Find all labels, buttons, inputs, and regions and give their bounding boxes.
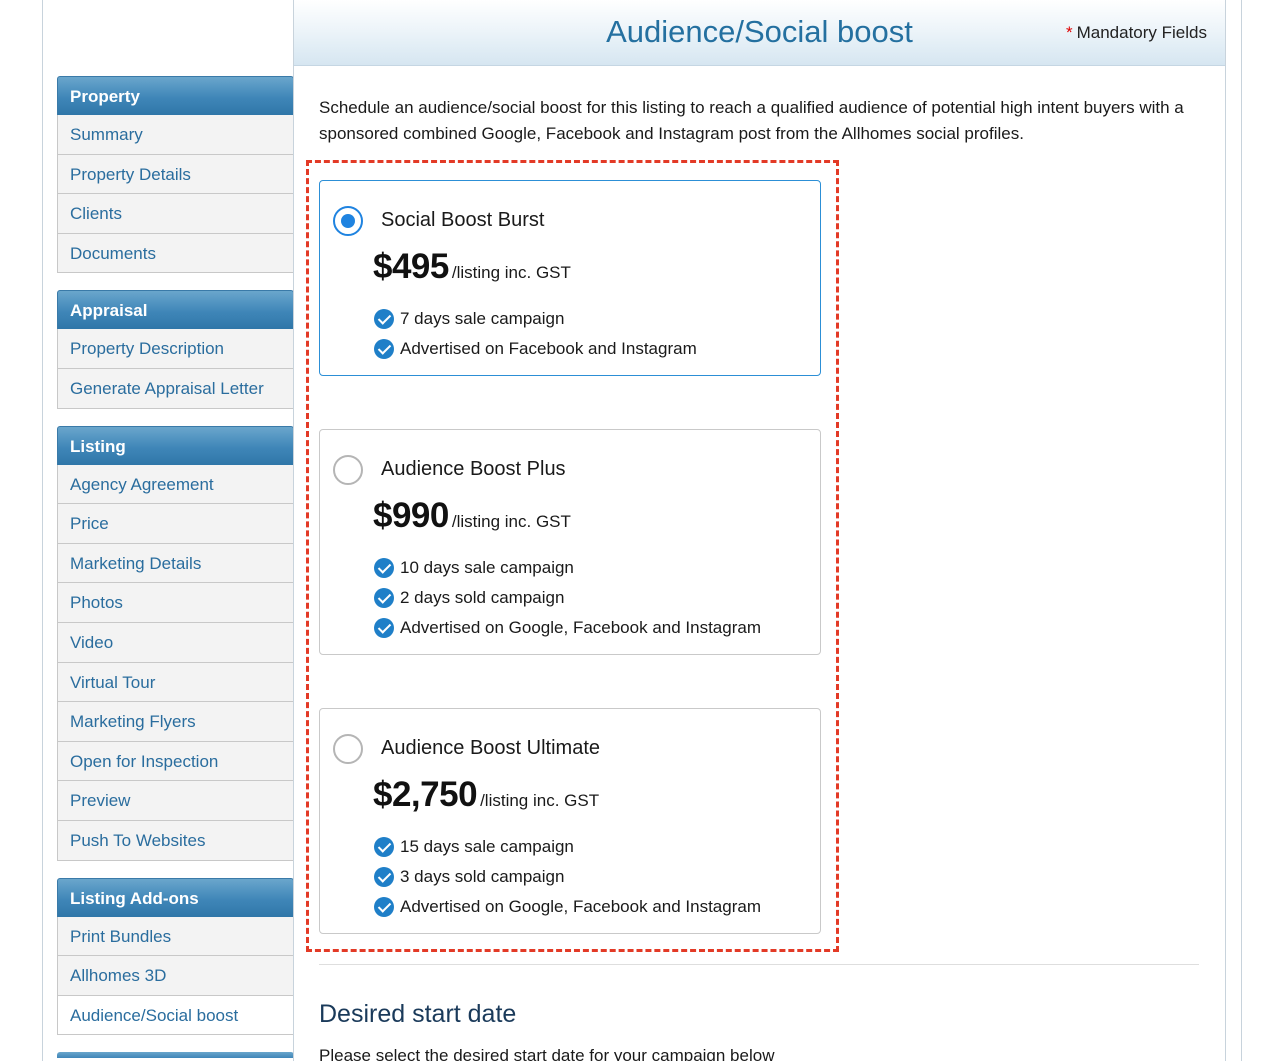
plan-price: $990 xyxy=(373,496,449,535)
check-circle-icon xyxy=(374,588,394,608)
sidebar-header-listing-addons: Listing Add-ons xyxy=(57,877,294,917)
sidebar-header-listing: Listing xyxy=(57,425,294,465)
check-circle-icon xyxy=(374,558,394,578)
main-panel: Audience/Social boost * Mandatory Fields … xyxy=(293,0,1226,1061)
plan-price-row: $495/listing inc. GST xyxy=(373,247,571,287)
plan-feature: 7 days sale campaign xyxy=(374,309,564,331)
sidebar-item-allhomes-3d[interactable]: Allhomes 3D xyxy=(57,956,294,996)
sidebar-item-summary[interactable]: Summary xyxy=(57,115,294,155)
required-star: * xyxy=(1065,23,1073,42)
plan-card-audience-boost-ultimate[interactable]: Audience Boost Ultimate $2,750/listing i… xyxy=(319,708,821,934)
page-header: Audience/Social boost * Mandatory Fields xyxy=(294,0,1225,66)
feature-text: Advertised on Facebook and Instagram xyxy=(400,339,697,358)
sidebar-item-photos[interactable]: Photos xyxy=(57,583,294,623)
plan-name: Audience Boost Ultimate xyxy=(381,737,601,759)
sidebar-item-documents[interactable]: Documents xyxy=(57,233,294,274)
plan-card-audience-boost-plus[interactable]: Audience Boost Plus $990/listing inc. GS… xyxy=(319,429,821,655)
sidebar-item-property-details[interactable]: Property Details xyxy=(57,154,294,195)
plan-price-unit: /listing inc. GST xyxy=(451,263,571,282)
plan-radio-social-boost-burst[interactable] xyxy=(333,206,363,236)
feature-text: 2 days sold campaign xyxy=(400,588,565,607)
plan-feature: Advertised on Facebook and Instagram xyxy=(374,339,697,361)
plan-feature: 2 days sold campaign xyxy=(374,588,564,610)
sidebar-item-audience-social-boost[interactable]: Audience/Social boost xyxy=(57,995,294,1036)
sidebar-item-virtual-tour[interactable]: Virtual Tour xyxy=(57,662,294,703)
sidebar-item-marketing-flyers[interactable]: Marketing Flyers xyxy=(57,702,294,742)
sidebar-next-group-header xyxy=(57,1052,294,1059)
check-circle-icon xyxy=(374,309,394,329)
plan-price-unit: /listing inc. GST xyxy=(451,512,571,531)
start-date-instructions: Please select the desired start date for… xyxy=(319,1046,775,1061)
plan-price-unit: /listing inc. GST xyxy=(480,791,600,810)
sidebar-item-video[interactable]: Video xyxy=(57,622,294,663)
sidebar-item-price[interactable]: Price xyxy=(57,504,294,544)
sidebar-header-property: Property xyxy=(57,76,294,115)
sidebar-item-clients[interactable]: Clients xyxy=(57,194,294,234)
sidebar-group-property: Property Summary Property Details Client… xyxy=(57,76,294,274)
sidebar-item-preview[interactable]: Preview xyxy=(57,781,294,821)
section-divider xyxy=(319,964,1199,965)
sidebar-item-open-for-inspection[interactable]: Open for Inspection xyxy=(57,741,294,782)
sidebar-item-agency-agreement[interactable]: Agency Agreement xyxy=(57,464,294,505)
sidebar-item-print-bundles[interactable]: Print Bundles xyxy=(57,916,294,957)
mandatory-fields-note: * Mandatory Fields xyxy=(1066,23,1207,43)
feature-text: 7 days sale campaign xyxy=(400,309,565,328)
sidebar-group-listing-addons: Listing Add-ons Print Bundles Allhomes 3… xyxy=(57,877,294,1036)
plan-name: Social Boost Burst xyxy=(381,209,545,231)
plan-name: Audience Boost Plus xyxy=(381,458,566,480)
sidebar-item-generate-appraisal-letter[interactable]: Generate Appraisal Letter xyxy=(57,368,294,409)
feature-text: 3 days sold campaign xyxy=(400,867,565,886)
check-circle-icon xyxy=(374,867,394,887)
plan-price-row: $2,750/listing inc. GST xyxy=(373,775,599,815)
plan-price: $2,750 xyxy=(373,775,478,814)
sidebar-header-appraisal: Appraisal xyxy=(57,290,294,330)
plan-feature: 15 days sale campaign xyxy=(374,837,574,859)
sidebar-item-marketing-details[interactable]: Marketing Details xyxy=(57,543,294,584)
sidebar-nav: Property Summary Property Details Client… xyxy=(57,76,294,1059)
sidebar-item-push-to-websites[interactable]: Push To Websites xyxy=(57,820,294,861)
mandatory-label: Mandatory Fields xyxy=(1076,23,1207,42)
start-date-heading: Desired start date xyxy=(319,1000,517,1028)
plan-feature: Advertised on Google, Facebook and Insta… xyxy=(374,618,761,640)
sidebar-group-appraisal: Appraisal Property Description Generate … xyxy=(57,290,294,409)
sidebar-item-property-description[interactable]: Property Description xyxy=(57,329,294,369)
plan-feature: Advertised on Google, Facebook and Insta… xyxy=(374,897,761,919)
intro-text: Schedule an audience/social boost for th… xyxy=(319,98,1184,143)
plan-price: $495 xyxy=(373,247,449,286)
feature-text: 15 days sale campaign xyxy=(400,837,574,856)
plan-radio-audience-boost-plus[interactable] xyxy=(333,455,363,485)
sidebar-group-listing: Listing Agency Agreement Price Marketing… xyxy=(57,425,294,861)
check-circle-icon xyxy=(374,837,394,857)
feature-text: 10 days sale campaign xyxy=(400,558,574,577)
plan-price-row: $990/listing inc. GST xyxy=(373,496,571,536)
plan-card-social-boost-burst[interactable]: Social Boost Burst $495/listing inc. GST… xyxy=(319,180,821,376)
feature-text: Advertised on Google, Facebook and Insta… xyxy=(400,618,761,637)
check-circle-icon xyxy=(374,897,394,917)
check-circle-icon xyxy=(374,618,394,638)
feature-text: Advertised on Google, Facebook and Insta… xyxy=(400,897,761,916)
check-circle-icon xyxy=(374,339,394,359)
plan-feature: 3 days sold campaign xyxy=(374,867,564,889)
plan-radio-audience-boost-ultimate[interactable] xyxy=(333,734,363,764)
plan-feature: 10 days sale campaign xyxy=(374,558,574,580)
